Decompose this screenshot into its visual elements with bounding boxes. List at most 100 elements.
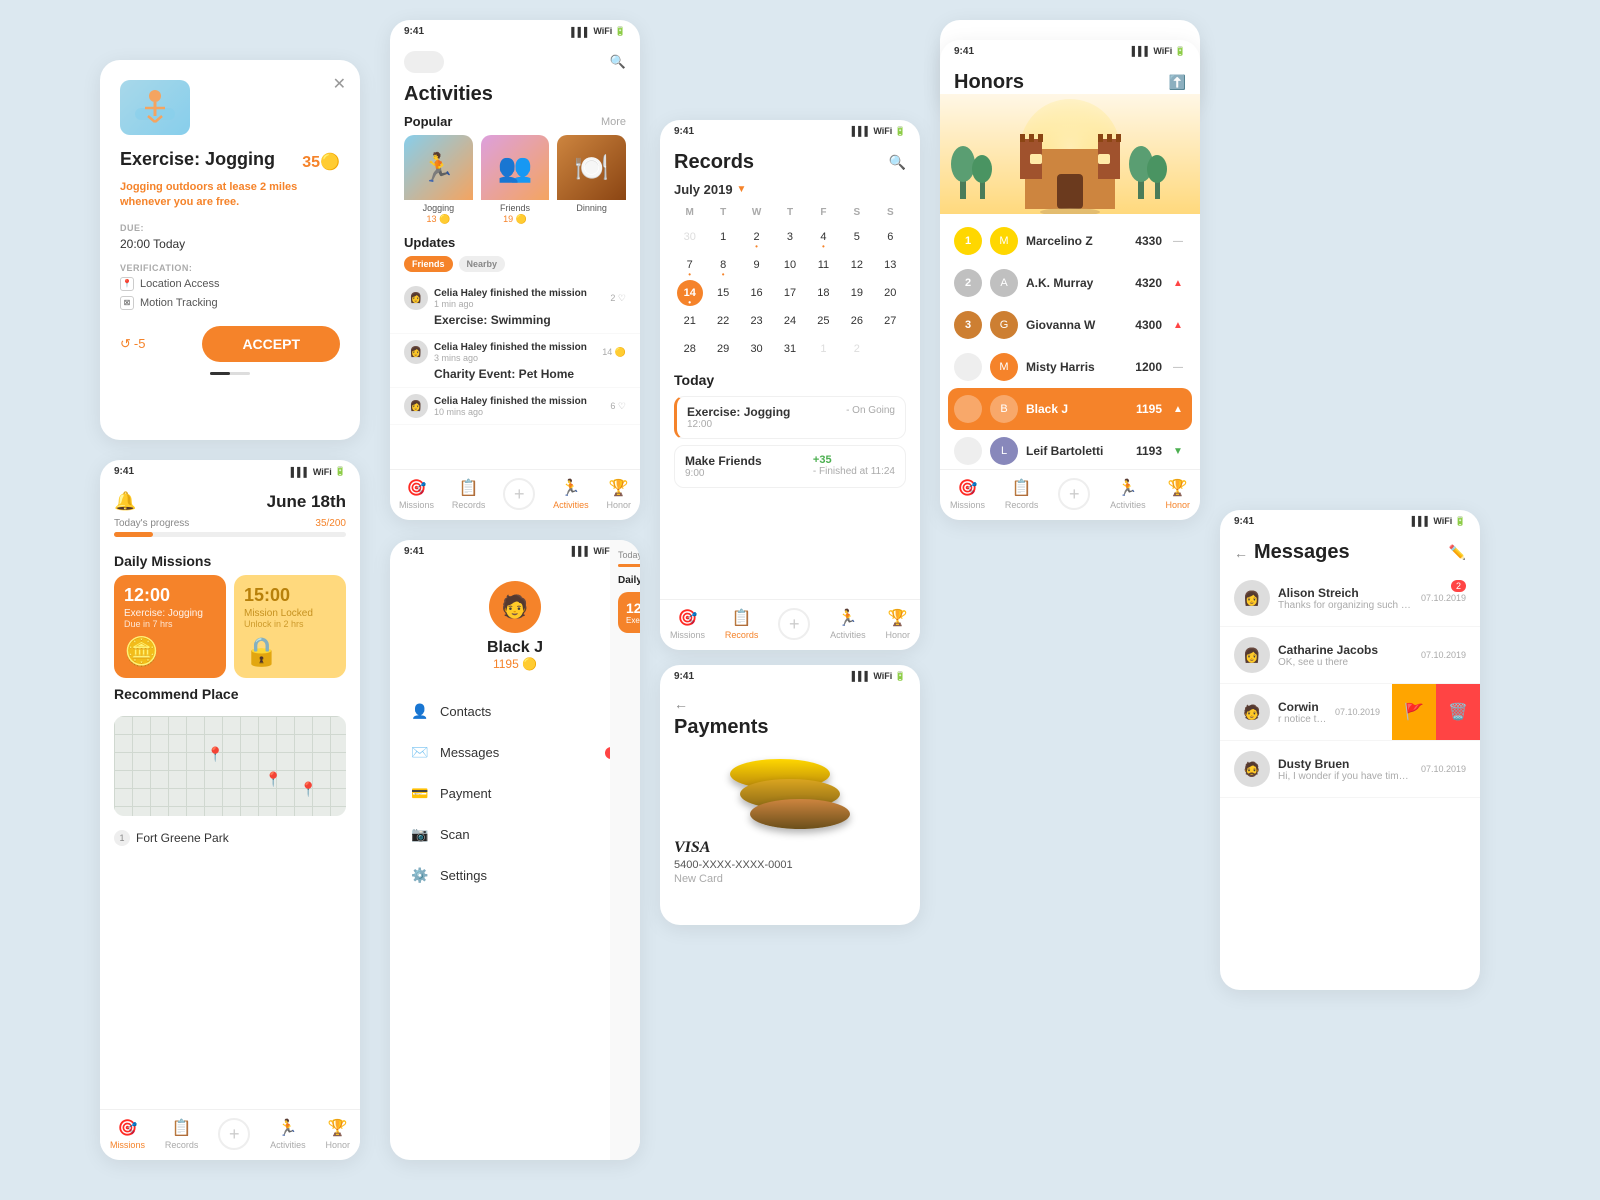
calendar-day-0[interactable]: 30 (677, 224, 703, 250)
msg-catharine[interactable]: 👩 Catharine Jacobs OK, see u there 07.10… (1220, 627, 1480, 684)
share-icon[interactable]: ⬆️ (1169, 74, 1186, 91)
today-event-friends[interactable]: Make Friends 9:00 +35 - Finished at 11:2… (674, 445, 906, 488)
today-event-jogging[interactable]: Exercise: Jogging 12:00 - On Going (674, 396, 906, 439)
calendar-day-22[interactable]: 22 (710, 308, 736, 334)
nav-add-button[interactable]: + (218, 1118, 250, 1150)
calendar-day-20[interactable]: 20 (877, 280, 903, 306)
calendar-day-13[interactable]: 13 (877, 252, 903, 278)
calendar-day-11[interactable]: 11 (810, 252, 836, 278)
msg-corwin[interactable]: 🧑 Corwin r notice that 07.10.2019 🚩 🗑️ (1220, 684, 1480, 741)
nav-honor[interactable]: 🏆Honor (606, 478, 631, 510)
map-view[interactable]: 📍 📍 📍 (114, 716, 346, 816)
menu-item-payment[interactable]: 💳 Payment (390, 773, 640, 814)
nav-activities[interactable]: 🏃Activities (553, 478, 589, 510)
notification-icon[interactable]: 🔔 (114, 491, 136, 512)
activity-card-jogging[interactable]: 🏃 Jogging 13 🟡 (404, 135, 473, 225)
search-icon[interactable]: 🔍 (889, 154, 906, 171)
nav-honor[interactable]: 🏆Honor (885, 608, 910, 640)
friends-label: Friends (481, 200, 550, 214)
mission-card-jogging[interactable]: 12:00 Exercise: Jogging Due in 7 hrs 🪙 (114, 575, 226, 678)
calendar-day-33[interactable]: 2 (844, 336, 870, 362)
calendar-day-23[interactable]: 23 (744, 308, 770, 334)
calendar-day-8[interactable]: 8 (710, 252, 736, 278)
calendar-day-12[interactable]: 12 (844, 252, 870, 278)
nav-records[interactable]: 📋Records (1005, 478, 1039, 510)
nav-missions[interactable]: 🎯Missions (950, 478, 985, 510)
calendar-day-26[interactable]: 26 (844, 308, 870, 334)
nav-missions[interactable]: 🎯 Missions (110, 1118, 145, 1150)
back-button[interactable]: ← (674, 696, 906, 712)
back-button[interactable]: ← (1234, 545, 1248, 561)
treasure-chest-open: 🪙 (124, 635, 216, 668)
nav-activities[interactable]: 🏃Activities (830, 608, 866, 640)
nav-add-button[interactable]: + (503, 478, 535, 510)
place-name: Fort Greene Park (136, 831, 229, 845)
calendar-day-19[interactable]: 19 (844, 280, 870, 306)
calendar-day-6[interactable]: 6 (877, 224, 903, 250)
nav-honor[interactable]: 🏆 Honor (325, 1118, 350, 1150)
flag-button[interactable]: 🚩 (1392, 684, 1436, 740)
calendar-day-17[interactable]: 17 (777, 280, 803, 306)
mission-card-locked[interactable]: 15:00 Mission Locked Unlock in 2 hrs 🔒 (234, 575, 346, 678)
verify-location: 📍 Location Access (120, 277, 340, 291)
close-button[interactable]: ✕ (333, 74, 346, 94)
menu-item-settings[interactable]: ⚙️ Settings (390, 855, 640, 896)
calendar-dropdown[interactable]: ▼ (737, 184, 747, 195)
calendar-day-29[interactable]: 29 (710, 336, 736, 362)
search-toggle[interactable] (404, 51, 444, 73)
nav-add-button[interactable]: + (778, 608, 810, 640)
nav-add-button[interactable]: + (1058, 478, 1090, 510)
more-link[interactable]: More (601, 116, 626, 128)
calendar-day-7[interactable]: 7 (677, 252, 703, 278)
menu-item-contacts[interactable]: 👤 Contacts (390, 691, 640, 732)
nav-records[interactable]: 📋Records (452, 478, 486, 510)
calendar-day-4[interactable]: 4 (810, 224, 836, 250)
calendar-day-21[interactable]: 21 (677, 308, 703, 334)
calendar-day-3[interactable]: 3 (777, 224, 803, 250)
update-meta-3: Celia Haley finished the mission 10 mins… (434, 396, 604, 417)
msg-alison[interactable]: 👩 Alison Streich Thanks for organizing s… (1220, 570, 1480, 627)
calendar-day-5[interactable]: 5 (844, 224, 870, 250)
menu-item-scan[interactable]: 📷 Scan (390, 814, 640, 855)
calendar-day-15[interactable]: 15 (710, 280, 736, 306)
calendar-day-31[interactable]: 31 (777, 336, 803, 362)
menu-item-messages[interactable]: ✉️ Messages 2 (390, 732, 640, 773)
calendar-day-25[interactable]: 25 (810, 308, 836, 334)
nav-missions[interactable]: 🎯Missions (399, 478, 434, 510)
calendar-day-28[interactable]: 28 (677, 336, 703, 362)
calendar-day-16[interactable]: 16 (744, 280, 770, 306)
activity-card-friends[interactable]: 👥 Friends 19 🟡 (481, 135, 550, 225)
activity-card-dining[interactable]: 🍽️ Dinning (557, 135, 626, 225)
calendar-day-24[interactable]: 24 (777, 308, 803, 334)
calendar-day-32[interactable]: 1 (810, 336, 836, 362)
calendar-day-14[interactable]: 14 (677, 280, 703, 306)
castle-illustration (940, 94, 1200, 214)
calendar-day-1[interactable]: 1 (710, 224, 736, 250)
nav-records[interactable]: 📋 Records (165, 1118, 199, 1150)
new-card-option[interactable]: New Card (674, 873, 906, 885)
update-name-1: Celia Haley finished the mission (434, 288, 604, 299)
nav-activities[interactable]: 🏃 Activities (270, 1118, 306, 1150)
nav-records-label: Records (452, 500, 486, 510)
nav-records[interactable]: 📋Records (725, 608, 759, 640)
update-likes-1: 2 ♡ (610, 293, 626, 304)
calendar-day-27[interactable]: 27 (877, 308, 903, 334)
search-icon[interactable]: 🔍 (610, 54, 626, 70)
compose-icon[interactable]: ✏️ (1449, 544, 1466, 561)
nav-honor[interactable]: 🏆Honor (1165, 478, 1190, 510)
delete-button[interactable]: 🗑️ (1436, 684, 1480, 740)
nav-activities[interactable]: 🏃Activities (1110, 478, 1146, 510)
honor-icon: 🏆 (609, 478, 629, 498)
filter-nearby[interactable]: Nearby (459, 256, 506, 272)
calendar-day-10[interactable]: 10 (777, 252, 803, 278)
minus-button[interactable]: ↺ -5 (120, 336, 145, 352)
calendar-day-18[interactable]: 18 (810, 280, 836, 306)
calendar-day-2[interactable]: 2 (744, 224, 770, 250)
calendar-day-30[interactable]: 30 (744, 336, 770, 362)
calendar-day-9[interactable]: 9 (744, 252, 770, 278)
filter-friends[interactable]: Friends (404, 256, 453, 272)
msg-dusty[interactable]: 🧔 Dusty Bruen Hi, I wonder if you have t… (1220, 741, 1480, 798)
nav-missions[interactable]: 🎯Missions (670, 608, 705, 640)
accept-button[interactable]: ACCEPT (202, 326, 340, 362)
map-roads (114, 716, 346, 816)
